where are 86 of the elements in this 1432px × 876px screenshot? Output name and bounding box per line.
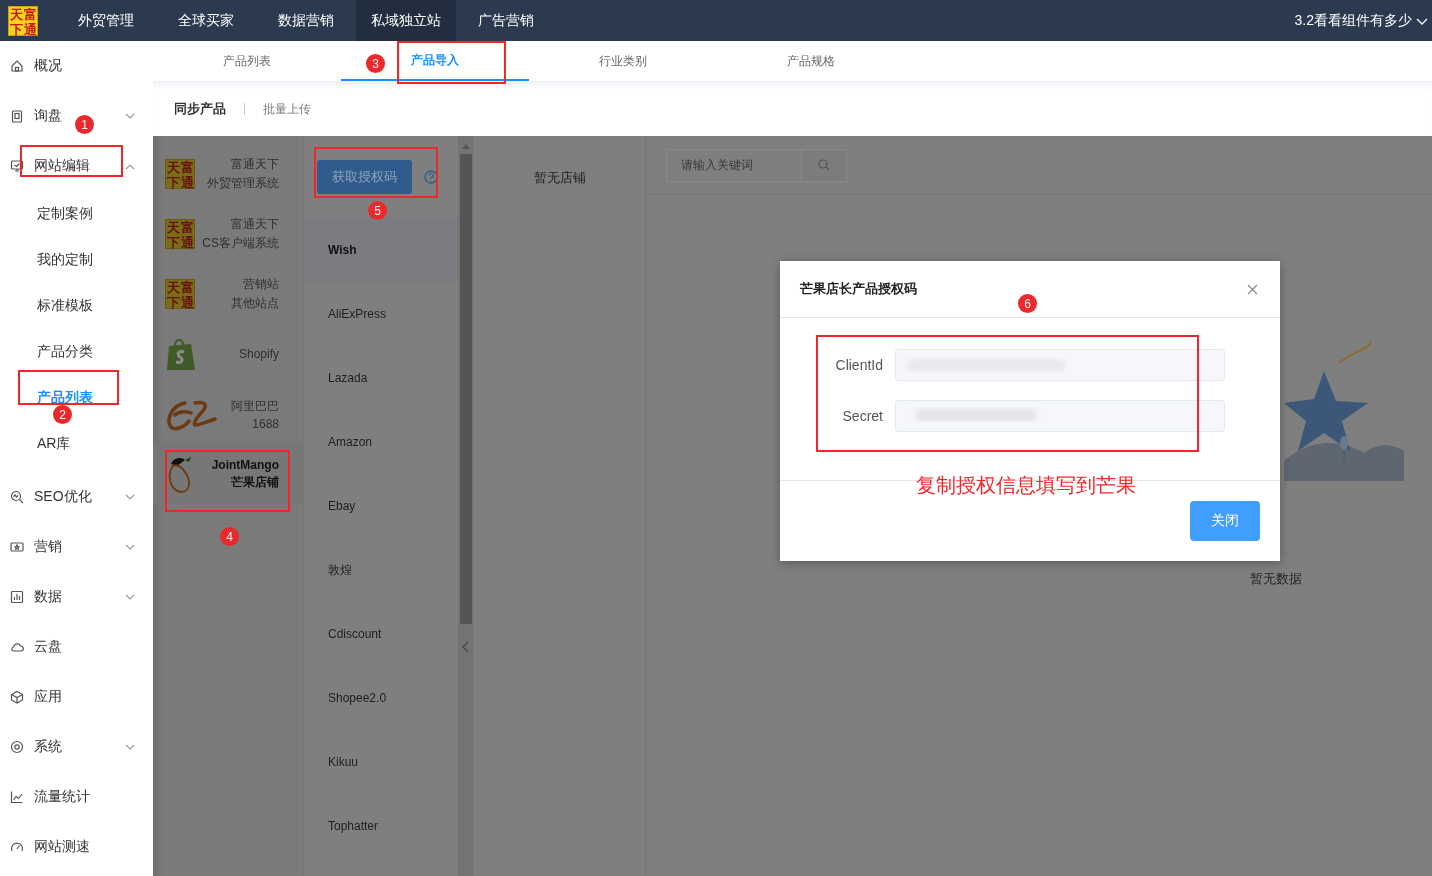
platform-card[interactable]: 天富下通 营销站 其他站点 [153,264,303,324]
home-icon [10,59,24,73]
cloud-icon [10,640,24,654]
nav-tab[interactable]: 私域独立站 [356,0,456,41]
platform-name: 芒果店铺 [231,473,279,491]
logo-icon: 天富下通 [165,279,195,309]
nav-tab[interactable]: 外贸管理 [56,0,156,41]
platform-card[interactable]: 天富下通 富通天下 外贸管理系统 [153,144,303,204]
search-icon [818,159,830,171]
platform-name: 阿里巴巴 [231,397,279,415]
logo-icon: 天富下通 [165,219,195,249]
channel-item[interactable]: Wish [304,218,458,282]
settings-icon [10,740,24,754]
sidebar-item[interactable]: 概况 [34,57,62,75]
sidebar-subitem[interactable]: AR库 [37,435,71,453]
input-field[interactable] [895,400,1225,432]
input-field[interactable] [895,349,1225,381]
channel-item[interactable]: Ebay [304,474,458,538]
empty-data-text: 暂无数据 [1250,570,1302,588]
sidebar-item[interactable]: 应用 [34,688,62,706]
sidebar-item[interactable]: 网站编辑 [34,157,90,175]
sidebar-item[interactable]: 数据 [34,588,62,606]
search-chart-icon [10,490,24,504]
platform-name: CS客户端系统 [202,235,279,252]
channel-item[interactable]: 敦煌 [304,538,458,602]
channel-item[interactable]: Lazada [304,346,458,410]
sidebar-subitem[interactable]: 标准模板 [37,297,93,315]
dialog-title: 芒果店长产品授权码 [800,280,917,298]
platform-name: 外贸管理系统 [207,175,279,192]
field-label: ClientId [834,357,883,373]
channel-item[interactable]: Cdiscount [304,602,458,666]
search-field[interactable]: 请输入关键词 [666,148,802,182]
field-label: Secret [841,408,883,424]
platform-name: JointMango [211,457,279,472]
sidebar-item[interactable]: 网站测速 [34,838,90,856]
ticket-icon [10,540,24,554]
platform-name: 富通天下 [231,216,279,233]
tab[interactable]: 产品规格 [717,41,905,81]
sidebar-item[interactable]: 系统 [34,738,62,756]
sidebar-item[interactable]: SEO优化 [34,488,92,506]
channel-item[interactable]: AliExPress [304,282,458,346]
tab[interactable]: 产品列表 [153,41,341,81]
sidebar-item[interactable]: 营销 [34,538,62,556]
scroll-up-icon [461,142,470,150]
gauge-icon [10,840,24,854]
help-icon [424,170,438,184]
subtab[interactable]: 同步产品 [174,100,226,118]
sidebar-subitem[interactable]: 定制案例 [37,205,93,223]
user-menu[interactable]: 3.2看看组件有多少 [1294,11,1412,30]
nav-tab[interactable]: 数据营销 [256,0,356,41]
clipboard-icon [10,109,24,123]
scrollbar-thumb[interactable] [459,154,472,624]
platform-card[interactable]: JointMango 芒果店铺 [153,444,303,504]
platform-name: 其他站点 [231,295,279,312]
platform-card[interactable]: Shopify [153,324,303,384]
sidebar-item[interactable]: 流量统计 [34,788,90,806]
channel-item[interactable]: Tophatter [304,794,458,858]
platform-card[interactable]: 天富下通 富通天下 CS客户端系统 [153,204,303,264]
platform-name: Shopify [238,347,279,361]
sidebar-subitem[interactable]: 我的定制 [37,251,93,269]
platform-card[interactable]: 阿里巴巴 1688 [153,384,303,444]
sidebar-subitem[interactable]: 产品分类 [37,343,93,361]
nav-tab[interactable]: 全球买家 [156,0,256,41]
sidebar-item[interactable]: 云盘 [34,638,62,656]
logo-icon: 天富下通 [8,5,38,36]
tab[interactable]: 行业类别 [529,41,717,81]
close-icon[interactable] [1247,283,1258,295]
platform-name: 营销站 [243,276,279,293]
channel-item[interactable]: Kikuu [304,730,458,794]
platform-name: 富通天下 [231,156,279,173]
line-chart-icon [10,790,24,804]
logo-icon: 天富下通 [165,159,195,189]
bar-chart-icon [10,590,24,604]
nav-tab[interactable]: 广告营销 [456,0,556,41]
platform-name: 1688 [252,416,279,431]
search-button[interactable] [802,148,847,182]
collapse-left-icon [461,641,470,653]
annotation-note: 复制授权信息填写到芒果 [916,473,1136,498]
shopping-bag-icon [165,336,197,372]
empty-stores-text: 暂无店铺 [533,169,586,185]
cube-icon [10,690,24,704]
subtab[interactable]: 批量上传 [263,100,311,118]
channel-item[interactable]: Amazon [304,410,458,474]
sidebar-item[interactable]: 询盘 [34,107,62,125]
monitor-icon [10,159,24,173]
channel-item[interactable]: Shopee2.0 [304,666,458,730]
